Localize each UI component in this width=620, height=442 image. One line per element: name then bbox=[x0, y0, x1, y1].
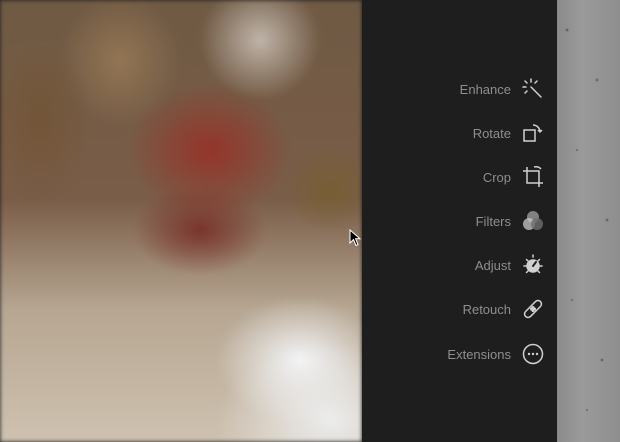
menu-item-rotate[interactable]: Rotate bbox=[362, 118, 557, 148]
menu-item-adjust[interactable]: Adjust bbox=[362, 250, 557, 280]
adjust-dial-icon bbox=[521, 253, 545, 277]
menu-item-label: Crop bbox=[482, 169, 511, 185]
menu-item-label: Rotate bbox=[472, 125, 511, 141]
filters-icon bbox=[521, 209, 545, 233]
crop-icon bbox=[521, 165, 545, 189]
menu-item-crop[interactable]: Crop bbox=[362, 162, 557, 192]
menu-item-label: Extensions bbox=[447, 346, 511, 362]
window-background bbox=[557, 0, 620, 442]
menu-item-filters[interactable]: Filters bbox=[362, 206, 557, 236]
more-icon bbox=[521, 342, 545, 366]
menu-item-label: Filters bbox=[475, 213, 511, 229]
menu-item-label: Enhance bbox=[459, 81, 511, 97]
menu-item-label: Retouch bbox=[462, 301, 511, 317]
menu-item-label: Adjust bbox=[474, 257, 511, 273]
photo-preview bbox=[0, 0, 362, 442]
bandage-icon bbox=[521, 297, 545, 321]
menu-item-enhance[interactable]: Enhance bbox=[362, 74, 557, 104]
menu-item-extensions[interactable]: Extensions bbox=[362, 339, 557, 369]
mouse-cursor-icon bbox=[349, 229, 361, 247]
rotate-icon bbox=[521, 121, 545, 145]
magic-wand-icon bbox=[521, 77, 545, 101]
menu-item-retouch[interactable]: Retouch bbox=[362, 294, 557, 324]
